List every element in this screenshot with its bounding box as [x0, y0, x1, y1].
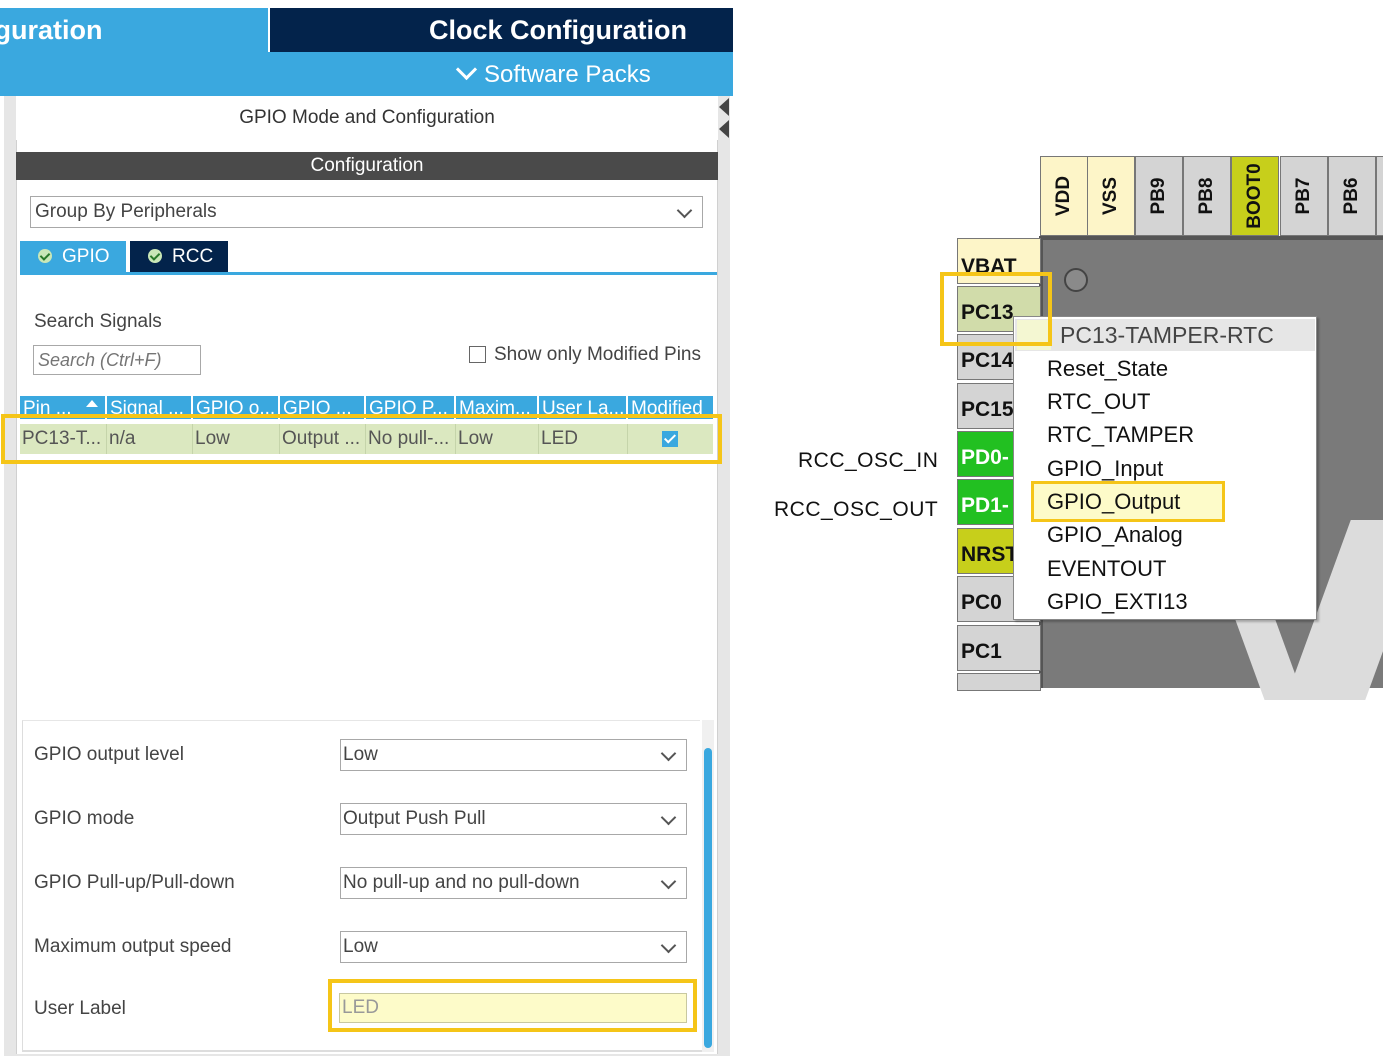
panel-title: GPIO Mode and Configuration [16, 96, 718, 140]
tab-rcc-label: RCC [172, 246, 214, 267]
pin-vdd[interactable]: VDD [1040, 156, 1088, 236]
tab-gpio[interactable]: GPIO [20, 241, 126, 273]
chevron-down-icon [660, 809, 677, 826]
chevron-down-icon [660, 873, 677, 890]
pin-pb6[interactable]: PB6 [1328, 156, 1376, 236]
pin-pb7[interactable]: PB7 [1280, 156, 1328, 236]
rcc-osc-out-label: RCC_OSC_OUT [774, 498, 939, 521]
user-label-label: User Label [34, 998, 126, 1019]
gpio-output-level-value: Low [343, 744, 378, 765]
context-menu-title: PC13-TAMPER-RTC [1060, 322, 1274, 348]
gpio-mode-label: GPIO mode [34, 808, 135, 829]
check-circle-icon [38, 249, 52, 263]
show-modified-checkbox[interactable] [469, 346, 486, 363]
chevron-left-icon [719, 120, 729, 138]
gpio-pull-select[interactable]: No pull-up and no pull-down [340, 867, 687, 899]
panel-bottom-border [22, 1050, 702, 1052]
menu-item-rtc-tamper[interactable]: RTC_TAMPER [1047, 421, 1194, 449]
gpio-pull-value: No pull-up and no pull-down [343, 872, 580, 893]
tab-underline [20, 272, 717, 275]
rcc-osc-in-label: RCC_OSC_IN [798, 449, 939, 472]
tab-pinout-configuration[interactable]: figuration [0, 8, 270, 52]
max-output-speed-select[interactable]: Low [340, 931, 687, 963]
max-output-speed-value: Low [343, 936, 378, 957]
software-packs-label: Software Packs [484, 61, 651, 88]
gpio-mode-select[interactable]: Output Push Pull [340, 803, 687, 835]
gpio-mode-value: Output Push Pull [343, 808, 486, 829]
chevron-down-icon [676, 202, 693, 219]
menu-item-gpio-analog[interactable]: GPIO_Analog [1047, 521, 1183, 549]
pin-boot0[interactable]: BOOT0 [1231, 156, 1279, 236]
user-label-highlight-box [328, 979, 697, 1032]
menu-item-gpio-output[interactable]: GPIO_Output [1047, 488, 1180, 516]
chevron-down-icon [455, 58, 478, 81]
pin-pc1[interactable]: PC1 [957, 625, 1041, 671]
menu-item-reset-state[interactable]: Reset_State [1047, 355, 1168, 383]
menu-item-gpio-input[interactable]: GPIO_Input [1047, 455, 1163, 483]
search-signals-label: Search Signals [34, 311, 162, 332]
gpio-output-level-select[interactable]: Low [340, 739, 687, 771]
collapse-panel-button[interactable] [719, 98, 731, 142]
pin-pb9[interactable]: PB9 [1135, 156, 1183, 236]
pin1-marker-icon [1064, 268, 1088, 292]
software-packs-menu[interactable]: Software Packs [455, 58, 651, 90]
check-circle-icon [148, 249, 162, 263]
gpio-pull-label: GPIO Pull-up/Pull-down [34, 872, 235, 893]
pin-next[interactable] [1376, 156, 1383, 236]
tab-pinout-label: figuration [0, 15, 103, 45]
pin-vss[interactable]: VSS [1087, 156, 1135, 236]
max-output-speed-label: Maximum output speed [34, 936, 232, 957]
pin-pb8[interactable]: PB8 [1183, 156, 1231, 236]
chevron-down-icon [660, 937, 677, 954]
menu-item-gpio-exti13[interactable]: GPIO_EXTI13 [1047, 588, 1188, 616]
configuration-header: Configuration [16, 152, 718, 180]
tab-clock-configuration[interactable]: Clock Configuration [270, 8, 733, 52]
tab-rcc[interactable]: RCC [130, 241, 228, 273]
pin-next-left[interactable] [957, 673, 1041, 691]
sort-up-icon [86, 400, 98, 407]
show-modified-label: Show only Modified Pins [494, 344, 701, 365]
tab-gpio-label: GPIO [62, 246, 110, 267]
menu-item-eventout[interactable]: EVENTOUT [1047, 555, 1166, 583]
chevron-left-icon [719, 98, 729, 116]
row-highlight-box [1, 414, 722, 464]
search-input[interactable] [33, 345, 201, 375]
menu-item-rtc-out[interactable]: RTC_OUT [1047, 388, 1151, 416]
gpio-output-level-label: GPIO output level [34, 744, 184, 765]
pc13-highlight-box [940, 272, 1052, 346]
chevron-down-icon [660, 745, 677, 762]
group-by-select[interactable]: Group By Peripherals [30, 196, 703, 228]
scrollbar-thumb[interactable] [704, 748, 712, 1048]
group-by-value: Group By Peripherals [35, 201, 217, 222]
